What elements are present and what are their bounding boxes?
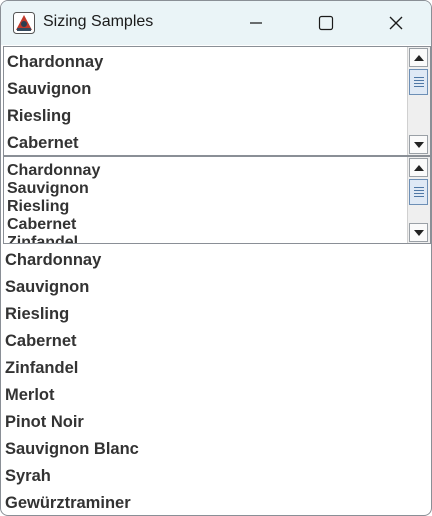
scroll-down-button[interactable] [409, 135, 428, 154]
close-button[interactable] [361, 1, 431, 45]
wine-list-full[interactable]: Chardonnay Sauvignon Riesling Cabernet Z… [5, 247, 139, 515]
list-item[interactable]: Cabernet [7, 128, 103, 155]
list-item[interactable]: Riesling [7, 101, 103, 128]
maximize-icon [318, 15, 334, 31]
list-item[interactable]: Cabernet [7, 216, 100, 234]
scroll-down-button[interactable] [409, 223, 428, 242]
list-item[interactable]: Riesling [7, 198, 100, 216]
scroll-up-button[interactable] [409, 158, 428, 177]
scrollbar-thumb[interactable] [409, 179, 428, 205]
java-app-icon [13, 12, 35, 34]
minimize-button[interactable] [221, 1, 291, 45]
list-item[interactable]: Sauvignon [5, 274, 139, 301]
vertical-scrollbar[interactable] [407, 157, 430, 243]
arrow-down-icon [413, 141, 424, 148]
close-icon [389, 16, 403, 30]
list-item[interactable]: Sauvignon Blanc [5, 436, 139, 463]
scrollbar-thumb[interactable] [409, 69, 428, 95]
list-item[interactable]: Riesling [5, 301, 139, 328]
list-item[interactable]: Chardonnay [5, 247, 139, 274]
list-items: Chardonnay Sauvignon Riesling Cabernet Z… [7, 162, 100, 243]
wine-list-scrolled-small[interactable]: Chardonnay Sauvignon Riesling Cabernet Z… [3, 156, 431, 244]
list-item[interactable]: Syrah [5, 463, 139, 490]
list-item[interactable]: Sauvignon [7, 74, 103, 101]
vertical-scrollbar[interactable] [407, 47, 430, 155]
maximize-button[interactable] [291, 1, 361, 45]
arrow-up-icon [413, 54, 424, 61]
minimize-icon [250, 22, 262, 24]
window-title: Sizing Samples [43, 13, 154, 30]
list-item[interactable]: Zinfandel [5, 355, 139, 382]
list-item[interactable]: Cabernet [5, 328, 139, 355]
list-item[interactable]: Merlot [5, 382, 139, 409]
wine-list-scrolled-large[interactable]: Chardonnay Sauvignon Riesling Cabernet [3, 46, 431, 156]
arrow-up-icon [413, 164, 424, 171]
list-item[interactable]: Chardonnay [7, 47, 103, 74]
scroll-up-button[interactable] [409, 48, 428, 67]
list-item[interactable]: Zinfandel [7, 234, 100, 243]
list-item[interactable]: Sauvignon [7, 180, 100, 198]
title-bar: Sizing Samples [1, 1, 431, 45]
list-item[interactable]: Gewürztraminer [5, 490, 139, 515]
list-item[interactable]: Pinot Noir [5, 409, 139, 436]
arrow-down-icon [413, 229, 424, 236]
list-items: Chardonnay Sauvignon Riesling Cabernet [7, 47, 103, 155]
list-item[interactable]: Chardonnay [7, 162, 100, 180]
app-window: Sizing Samples Chardonnay Sauvignon Ries… [0, 0, 432, 516]
